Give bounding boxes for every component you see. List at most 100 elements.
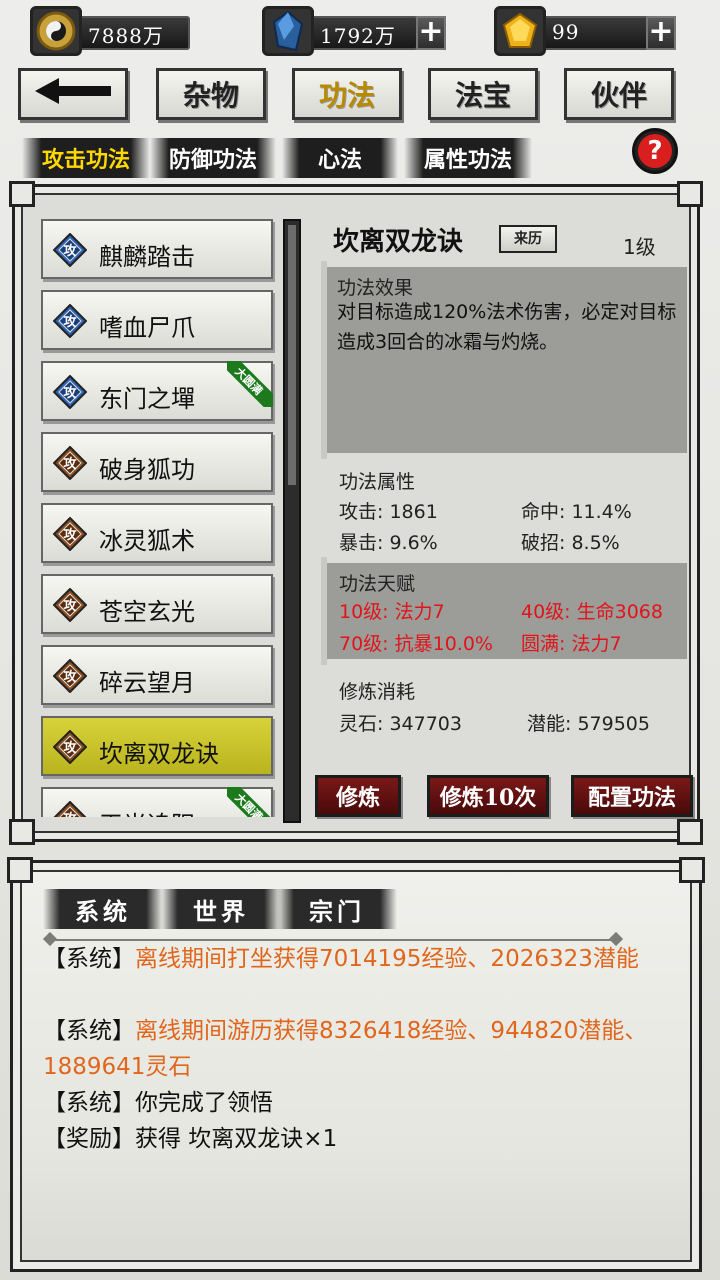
technique-name: 嗜血尸爪 — [99, 314, 195, 342]
equip-technique-label: 配置功法 — [587, 785, 676, 811]
technique-list[interactable]: 攻麒麟踏击攻嗜血尸爪攻东门之墠 大圆满攻破身狐功攻冰灵狐术攻苍空玄光攻碎云望月攻坎… — [39, 217, 279, 817]
blue-attack-badge-icon: 攻 — [53, 304, 87, 338]
chat-panel: 系统 世界 宗门 【系统】离线期间打坐获得7014195经验、2026323潜能… — [7, 857, 705, 1272]
message-prefix: 【奖励】 — [43, 1126, 135, 1152]
currency-value: 1792万 — [320, 24, 396, 48]
badge-glyph: 攻 — [63, 598, 77, 614]
technique-name: 苍空玄光 — [99, 598, 195, 626]
cost-value: 579505 — [577, 713, 650, 735]
technique-list-item[interactable]: 攻 天光追阳 大圆满 — [41, 787, 273, 817]
cultivate-10-label: 修炼10次 — [439, 785, 537, 811]
question-mark-icon: ? — [638, 134, 672, 168]
nav-tab-sundries[interactable]: 杂物 — [156, 68, 266, 120]
attr-label: 命中: — [521, 501, 566, 523]
badge-glyph: 攻 — [63, 527, 77, 543]
chat-tab-system[interactable]: 系统 — [43, 889, 163, 929]
add-gems-button[interactable]: + — [646, 16, 676, 50]
equip-technique-button[interactable]: 配置功法 — [571, 775, 693, 817]
subtab-label: 心法 — [317, 147, 362, 173]
panel-corner — [677, 181, 703, 207]
attr-attack: 攻击: 1861 — [339, 497, 438, 524]
talent-item: 10级: 法力7 — [339, 601, 445, 623]
subtab-defense[interactable]: 防御功法 — [150, 138, 276, 178]
currency-crystals: 1792万 + — [262, 6, 452, 56]
technique-list-item[interactable]: 攻 嗜血尸爪 — [41, 290, 273, 350]
message-prefix: 【系统】 — [43, 1090, 135, 1116]
attr-crit: 暴击: 9.6% — [339, 528, 438, 555]
chat-message: 【系统】离线期间打坐获得7014195经验、2026323潜能 — [43, 941, 683, 977]
subtab-attribute[interactable]: 属性功法 — [404, 138, 532, 178]
brown-attack-badge-icon: 攻 — [53, 730, 87, 764]
yin-yang-coin-icon — [30, 6, 82, 56]
attr-break: 破招: 8.5% — [521, 528, 620, 555]
attr-header: 功法属性 — [339, 471, 416, 493]
nav-tab-label: 功法 — [318, 79, 375, 112]
cost-potential: 潜能: 579505 — [527, 709, 650, 736]
help-button[interactable]: ? — [632, 128, 678, 174]
badge-glyph: 攻 — [63, 669, 77, 685]
talent-item: 圆满: 法力7 — [521, 633, 622, 655]
perfection-ribbon: 大圆满 — [227, 361, 273, 407]
attr-label: 暴击: — [339, 532, 384, 554]
back-arrow-icon — [33, 76, 113, 113]
brown-attack-badge-icon: 攻 — [53, 517, 87, 551]
cost-header: 修炼消耗 — [339, 681, 416, 703]
technique-name: 碎云望月 — [99, 669, 195, 697]
cost-label: 灵石: — [339, 713, 384, 735]
badge-glyph: 攻 — [63, 811, 77, 817]
attr-value: 1861 — [389, 501, 438, 523]
perfection-ribbon: 大圆满 — [227, 787, 273, 817]
attr-value: 8.5% — [571, 532, 620, 554]
effect-header: 功法效果 — [337, 277, 414, 299]
list-scrollbar[interactable] — [283, 219, 301, 823]
technique-name: 天光追阳 — [99, 805, 195, 817]
message-text: 你完成了领悟 — [135, 1090, 273, 1116]
nav-tab-techniques[interactable]: 功法 — [292, 68, 402, 120]
currency-coins: 7888万 — [30, 6, 190, 56]
technique-list-item[interactable]: 攻 破身狐功 — [41, 432, 273, 492]
message-prefix: 【系统】 — [43, 946, 135, 972]
message-text: 离线期间打坐获得7014195经验、2026323潜能 — [135, 946, 639, 972]
blue-crystal-icon — [262, 6, 314, 56]
technique-list-item[interactable]: 攻 苍空玄光 — [41, 574, 273, 634]
subtab-label: 攻击功法 — [41, 147, 130, 173]
add-crystals-button[interactable]: + — [416, 16, 446, 50]
scrollbar-thumb[interactable] — [288, 225, 296, 485]
currency-gems: 99 + — [494, 6, 680, 56]
technique-name: 坎离双龙诀 — [99, 740, 219, 768]
badge-glyph: 攻 — [63, 385, 77, 401]
chat-message: 【系统】离线期间游历获得8326418经验、944820潜能、1889641灵石 — [43, 1013, 683, 1085]
nav-tab-treasures[interactable]: 法宝 — [428, 68, 538, 120]
currency-value: 7888万 — [88, 24, 164, 48]
technique-list-item[interactable]: 攻 坎离双龙诀 — [41, 716, 273, 776]
nav-tab-partners[interactable]: 伙伴 — [564, 68, 674, 120]
effect-text: 对目标造成120%法术伤害，必定对目标造成3回合的冰霜与灼烧。 — [337, 301, 677, 353]
cultivate-10-button[interactable]: 修炼10次 — [427, 775, 549, 817]
chat-tab-world[interactable]: 世界 — [161, 889, 281, 929]
message-prefix: 【系统】 — [43, 1018, 135, 1044]
brown-attack-badge-icon: 攻 — [53, 588, 87, 622]
badge-glyph: 攻 — [63, 314, 77, 330]
chat-tab-sect[interactable]: 宗门 — [277, 889, 397, 929]
chat-message: 【系统】你完成了领悟 — [43, 1085, 683, 1121]
cost-label: 潜能: — [527, 713, 572, 735]
chat-tab-label: 系统 — [75, 896, 131, 926]
technique-title: 坎离双龙诀 — [333, 227, 464, 257]
cultivate-button[interactable]: 修炼 — [315, 775, 401, 817]
panel-corner — [9, 819, 35, 845]
attr-label: 破招: — [521, 532, 566, 554]
technique-name: 冰灵狐术 — [99, 527, 195, 555]
cost-spirit-stone: 灵石: 347703 — [339, 709, 462, 736]
technique-list-item[interactable]: 攻 碎云望月 — [41, 645, 273, 705]
technique-list-item[interactable]: 攻 冰灵狐术 — [41, 503, 273, 563]
technique-list-item[interactable]: 攻 麒麟踏击 — [41, 219, 273, 279]
subtab-mind[interactable]: 心法 — [282, 138, 398, 178]
origin-button[interactable]: 来历 — [499, 225, 557, 253]
subtab-attack[interactable]: 攻击功法 — [22, 138, 150, 178]
talent-header: 功法天赋 — [339, 573, 416, 595]
technique-list-item[interactable]: 攻 东门之墠 大圆满 — [41, 361, 273, 421]
back-button[interactable] — [18, 68, 128, 120]
talent-item: 70级: 抗暴10.0% — [339, 633, 493, 655]
panel-corner — [679, 857, 705, 883]
ribbon-label: 大圆满 — [227, 361, 273, 407]
